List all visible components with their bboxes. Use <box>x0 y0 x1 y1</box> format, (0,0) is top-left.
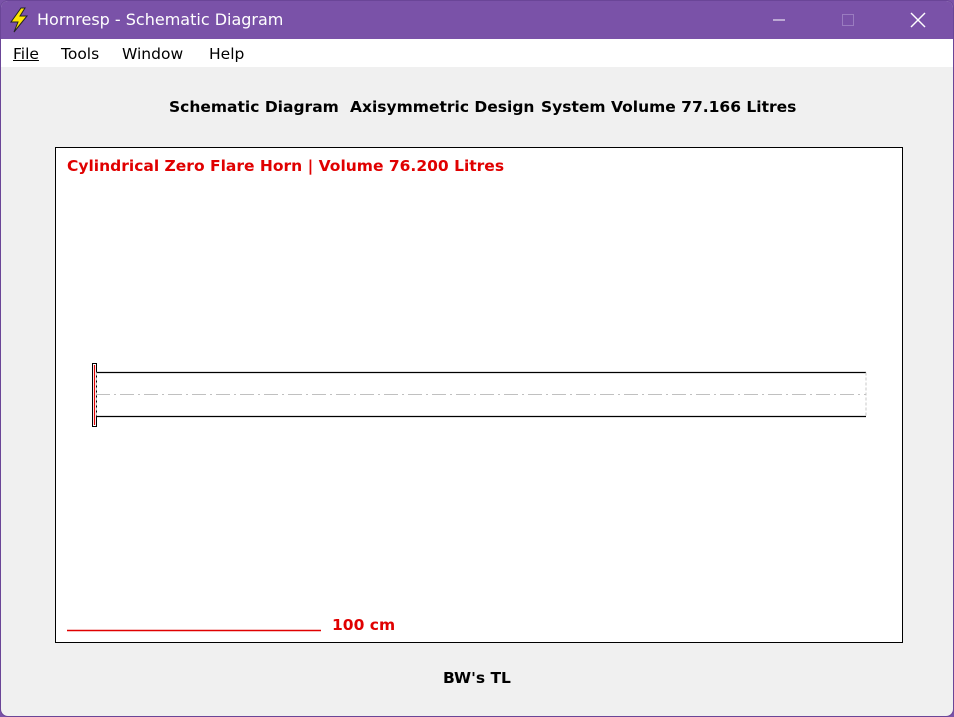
design-label: Axisymmetric Design <box>350 98 535 116</box>
window-title: Hornresp - Schematic Diagram <box>37 10 284 29</box>
close-button[interactable] <box>895 1 941 39</box>
lightning-bolt-icon <box>10 7 29 33</box>
horn-schematic <box>67 363 867 632</box>
system-volume-label: System Volume 77.166 Litres <box>541 98 797 116</box>
maximize-button[interactable] <box>825 1 871 39</box>
minimize-icon <box>773 19 785 21</box>
title-bar[interactable]: Hornresp - Schematic Diagram <box>1 1 953 39</box>
menu-tools[interactable]: Tools <box>61 45 99 63</box>
schematic-canvas: Cylindrical Zero Flare Horn | Volume 76.… <box>55 147 903 643</box>
menu-help-label: Help <box>209 45 245 63</box>
menu-window[interactable]: Window <box>122 45 183 63</box>
menu-help[interactable]: Help <box>209 45 244 63</box>
view-label: Schematic Diagram <box>169 98 339 116</box>
scale-label: 100 cm <box>332 616 396 634</box>
menu-file[interactable]: File <box>13 45 39 63</box>
close-icon <box>910 12 926 28</box>
record-title: BW's TL <box>443 669 511 687</box>
menu-window-label: Window <box>122 45 184 63</box>
maximize-icon <box>842 14 854 26</box>
menu-tools-label: Tools <box>61 45 100 63</box>
minimize-button[interactable] <box>756 1 802 39</box>
menu-file-label: File <box>13 45 39 63</box>
menu-bar: File Tools Window Help <box>1 39 953 67</box>
app-window: Hornresp - Schematic Diagram File Tools … <box>0 0 954 717</box>
